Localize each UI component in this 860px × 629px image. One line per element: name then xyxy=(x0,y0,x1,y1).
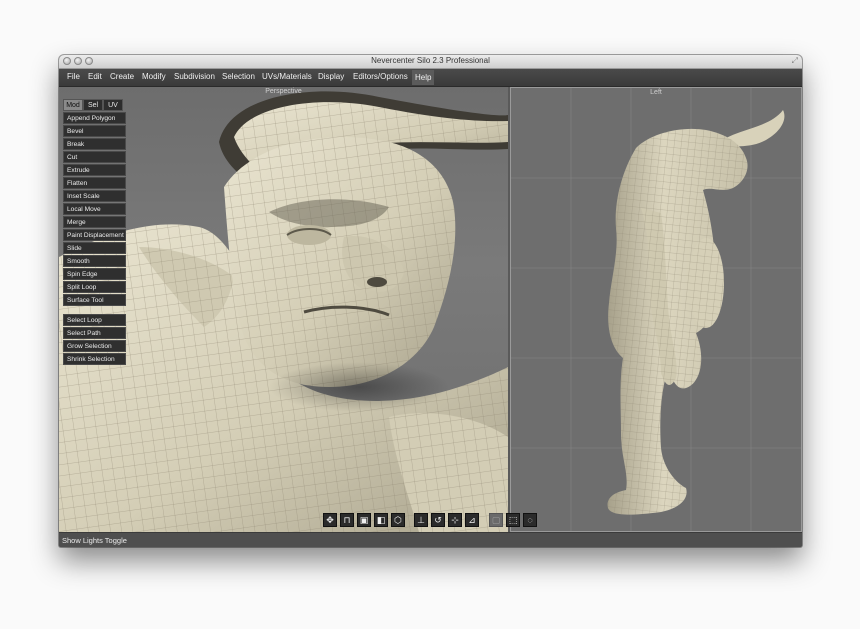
perspective-viewport[interactable]: Perspective xyxy=(59,87,508,532)
tool-surface-tool[interactable]: Surface Tool xyxy=(63,294,126,306)
tool-paint-displacement[interactable]: Paint Displacement xyxy=(63,229,126,241)
status-text: Show Lights Toggle xyxy=(62,536,127,545)
perspective-label: Perspective xyxy=(265,88,302,95)
left-view-label: Left xyxy=(650,89,662,96)
tool-smooth[interactable]: Smooth xyxy=(63,255,126,267)
tool-inset-scale[interactable]: Inset Scale xyxy=(63,190,126,202)
tab-uv[interactable]: UV xyxy=(103,99,123,111)
menu-file[interactable]: File xyxy=(64,72,83,81)
status-bar: Show Lights Toggle xyxy=(59,532,802,547)
tool-select-loop[interactable]: Select Loop xyxy=(63,314,126,326)
tool-grow-selection[interactable]: Grow Selection xyxy=(63,340,126,352)
tool-select-path[interactable]: Select Path xyxy=(63,327,126,339)
left-viewport[interactable]: Left xyxy=(510,87,802,532)
axis-scale-icon[interactable]: ⊿ xyxy=(465,513,479,527)
title-bar[interactable]: Nevercenter Silo 2.3 Professional ⤢ xyxy=(59,55,802,69)
tool-shrink-selection[interactable]: Shrink Selection xyxy=(63,353,126,365)
menu-editors-options[interactable]: Editors/Options xyxy=(350,72,411,81)
cube-wire-icon[interactable]: ⬡ xyxy=(391,513,405,527)
axis-icon[interactable]: ⊥ xyxy=(414,513,428,527)
tool-local-move[interactable]: Local Move xyxy=(63,203,126,215)
menu-subdivision[interactable]: Subdivision xyxy=(171,72,218,81)
fullscreen-icon[interactable]: ⤢ xyxy=(792,56,798,66)
left-model-render xyxy=(607,110,785,515)
select-rect-icon[interactable]: ⬚ xyxy=(506,513,520,527)
tool-extrude[interactable]: Extrude xyxy=(63,164,126,176)
menu-help[interactable]: Help xyxy=(412,70,435,85)
menu-create[interactable]: Create xyxy=(107,72,137,81)
tool-panel-tabs: Mod Sel UV xyxy=(63,99,123,111)
tool-break[interactable]: Break xyxy=(63,138,126,150)
axis-move-icon[interactable]: ⊹ xyxy=(448,513,462,527)
window-title: Nevercenter Silo 2.3 Professional xyxy=(371,56,490,65)
perspective-model-render xyxy=(59,91,508,532)
select-lasso-icon[interactable]: ◌ xyxy=(523,513,537,527)
menu-uvs-materials[interactable]: UVs/Materials xyxy=(259,72,315,81)
tool-bevel[interactable]: Bevel xyxy=(63,125,126,137)
tool-append-polygon[interactable]: Append Polygon xyxy=(63,112,126,124)
tool-flatten[interactable]: Flatten xyxy=(63,177,126,189)
axis-rotate-icon[interactable]: ↺ xyxy=(431,513,445,527)
menu-modify[interactable]: Modify xyxy=(139,72,169,81)
app-window: Nevercenter Silo 2.3 Professional ⤢ File… xyxy=(59,55,802,547)
tool-split-loop[interactable]: Split Loop xyxy=(63,281,126,293)
camera-icon[interactable]: ✥ xyxy=(323,513,337,527)
menu-bar: File Edit Create Modify Subdivision Sele… xyxy=(59,69,802,87)
menu-edit[interactable]: Edit xyxy=(85,72,105,81)
cube-shaded-icon[interactable]: ▣ xyxy=(357,513,371,527)
tool-cut[interactable]: Cut xyxy=(63,151,126,163)
tool-slide[interactable]: Slide xyxy=(63,242,126,254)
menu-display[interactable]: Display xyxy=(315,72,347,81)
tool-spin-edge[interactable]: Spin Edge xyxy=(63,268,126,280)
menu-selection[interactable]: Selection xyxy=(219,72,258,81)
window-icon[interactable]: ⊓ xyxy=(340,513,354,527)
tab-mod[interactable]: Mod xyxy=(63,99,83,111)
select-vertex-icon[interactable]: ▢ xyxy=(489,513,503,527)
tab-sel[interactable]: Sel xyxy=(83,99,103,111)
tool-merge[interactable]: Merge xyxy=(63,216,126,228)
cube-lit-icon[interactable]: ◧ xyxy=(374,513,388,527)
